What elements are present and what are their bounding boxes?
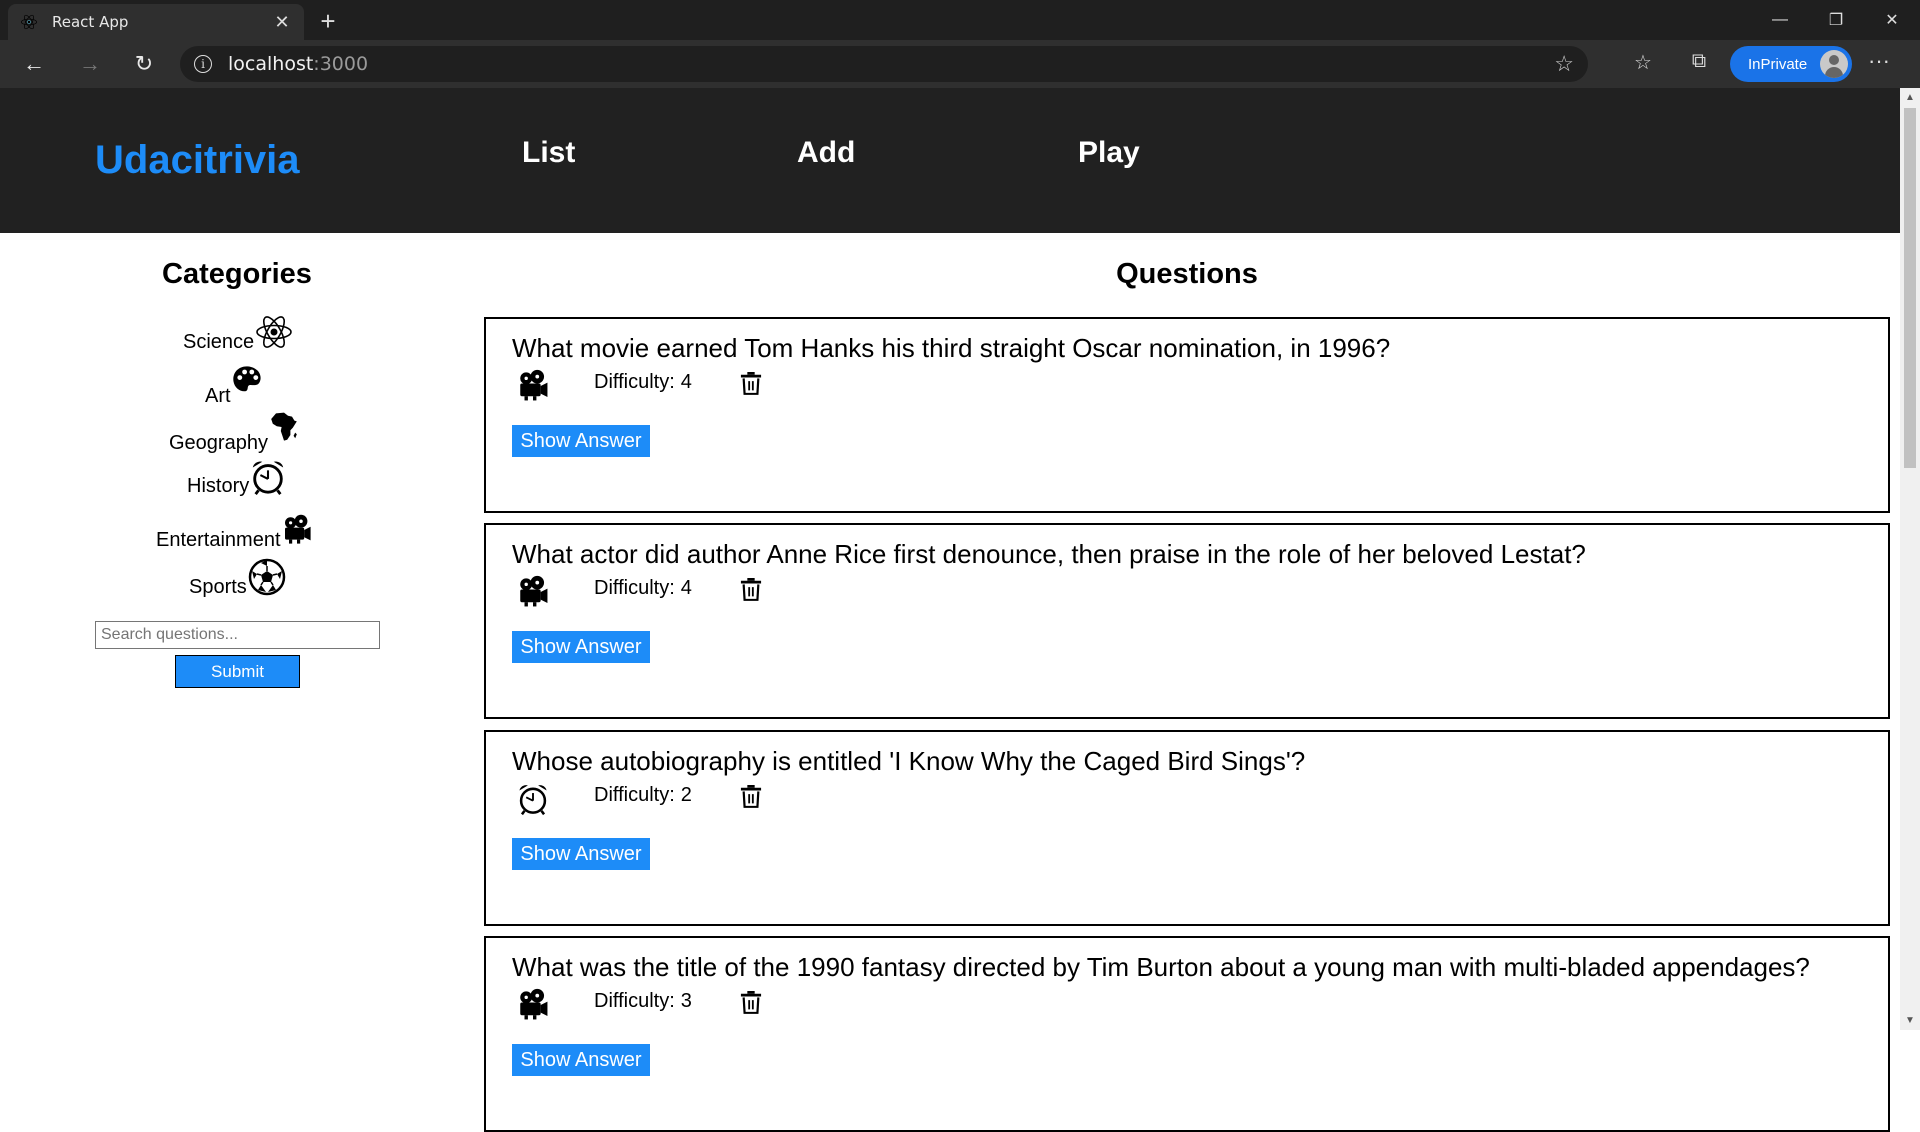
search-input[interactable] [95,621,380,649]
nav-list[interactable]: List [522,136,575,170]
category-sports[interactable]: Sports [189,557,287,599]
url-host: localhost [228,53,314,75]
question-text: What was the title of the 1990 fantasy d… [512,952,1810,982]
category-art[interactable]: Art [205,364,263,408]
category-label: Science [183,331,255,353]
sports-ball-icon [247,557,287,597]
category-science[interactable]: Science [183,312,294,354]
questions-heading: Questions [1116,258,1258,290]
page-scrollbar[interactable]: ▲ ▼ [1900,88,1920,1030]
question-card: What actor did author Anne Rice first de… [484,523,1890,719]
category-label: Geography [169,432,268,454]
collections-icon[interactable]: ⧉ [1684,50,1714,73]
difficulty: Difficulty: 4 [594,577,692,600]
forward-icon[interactable]: → [72,46,108,82]
difficulty: Difficulty: 3 [594,990,692,1013]
show-answer-button[interactable]: Show Answer [512,631,650,663]
window-close-icon[interactable]: ✕ [1864,0,1920,40]
question-card: What was the title of the 1990 fantasy d… [484,936,1890,1132]
inprivate-label: InPrivate [1748,55,1808,73]
art-palette-icon [231,364,263,396]
question-card: Whose autobiography is entitled 'I Know … [484,730,1890,926]
delete-trash-icon[interactable] [740,784,762,808]
minimize-icon[interactable]: — [1752,0,1808,40]
category-label: Art [205,385,231,407]
favorite-star-icon[interactable]: ☆ [1554,51,1574,77]
category-label: History [187,475,250,497]
address-bar: ← → ↻ i localhost :3000 ☆ ☆ ⧉ InPrivate … [0,40,1920,88]
more-menu-icon[interactable]: ··· [1868,48,1890,74]
favorites-icon[interactable]: ☆ [1628,50,1658,75]
nav-play[interactable]: Play [1078,136,1140,170]
site-info-icon[interactable]: i [194,55,212,73]
difficulty-label: Difficulty: [594,784,675,806]
category-geography[interactable]: Geography [169,411,300,455]
delete-trash-icon[interactable] [740,577,762,601]
category-history[interactable]: History [187,458,287,498]
entertainment-projector-icon [516,988,550,1022]
window-controls: — ❐ ✕ [1752,0,1920,40]
scroll-down-icon[interactable]: ▼ [1905,1015,1915,1026]
difficulty-value: 4 [680,371,692,393]
difficulty-value: 2 [680,784,692,806]
category-label: Entertainment [156,529,281,551]
delete-trash-icon[interactable] [740,371,762,395]
difficulty-value: 4 [680,577,692,599]
browser-tab-bar: React App ✕ + — ❐ ✕ [0,0,1920,40]
category-entertainment[interactable]: Entertainment [156,514,313,552]
browser-tab[interactable]: React App ✕ [8,4,304,40]
refresh-icon[interactable]: ↻ [126,46,162,82]
entertainment-projector-icon [281,514,313,546]
brand-title[interactable]: Udacitrivia [95,138,300,183]
scrollbar-thumb[interactable] [1904,108,1916,468]
geography-africa-icon [268,411,300,443]
difficulty-label: Difficulty: [594,371,675,393]
show-answer-button[interactable]: Show Answer [512,838,650,870]
inprivate-button[interactable]: InPrivate [1730,46,1852,82]
entertainment-projector-icon [516,575,550,609]
close-tab-icon[interactable]: ✕ [272,12,292,33]
question-card: What movie earned Tom Hanks his third st… [484,317,1890,513]
submit-button[interactable]: Submit [175,655,300,688]
show-answer-button[interactable]: Show Answer [512,1044,650,1076]
scroll-up-icon[interactable]: ▲ [1905,92,1915,103]
question-text: What actor did author Anne Rice first de… [512,539,1586,569]
categories-heading: Categories [162,258,312,290]
difficulty-value: 3 [680,990,692,1012]
app-header: Udacitrivia List Add Play [0,88,1900,233]
difficulty: Difficulty: 4 [594,371,692,394]
delete-trash-icon[interactable] [740,990,762,1014]
entertainment-projector-icon [516,369,550,403]
question-text: Whose autobiography is entitled 'I Know … [512,746,1306,776]
url-port: :3000 [313,53,369,75]
history-clock-icon [516,782,550,816]
back-icon[interactable]: ← [16,46,52,82]
tab-title: React App [52,13,129,31]
category-label: Sports [189,576,247,598]
react-logo-icon [20,13,38,31]
show-answer-button[interactable]: Show Answer [512,425,650,457]
url-field[interactable]: i localhost :3000 ☆ [180,46,1588,82]
profile-avatar-icon [1820,50,1848,78]
new-tab-icon[interactable]: + [312,6,344,37]
difficulty-label: Difficulty: [594,990,675,1012]
difficulty-label: Difficulty: [594,577,675,599]
question-text: What movie earned Tom Hanks his third st… [512,333,1391,363]
difficulty: Difficulty: 2 [594,784,692,807]
history-clock-icon [249,458,287,496]
restore-icon[interactable]: ❐ [1808,0,1864,40]
science-atom-icon [254,312,294,352]
nav-add[interactable]: Add [797,136,855,170]
